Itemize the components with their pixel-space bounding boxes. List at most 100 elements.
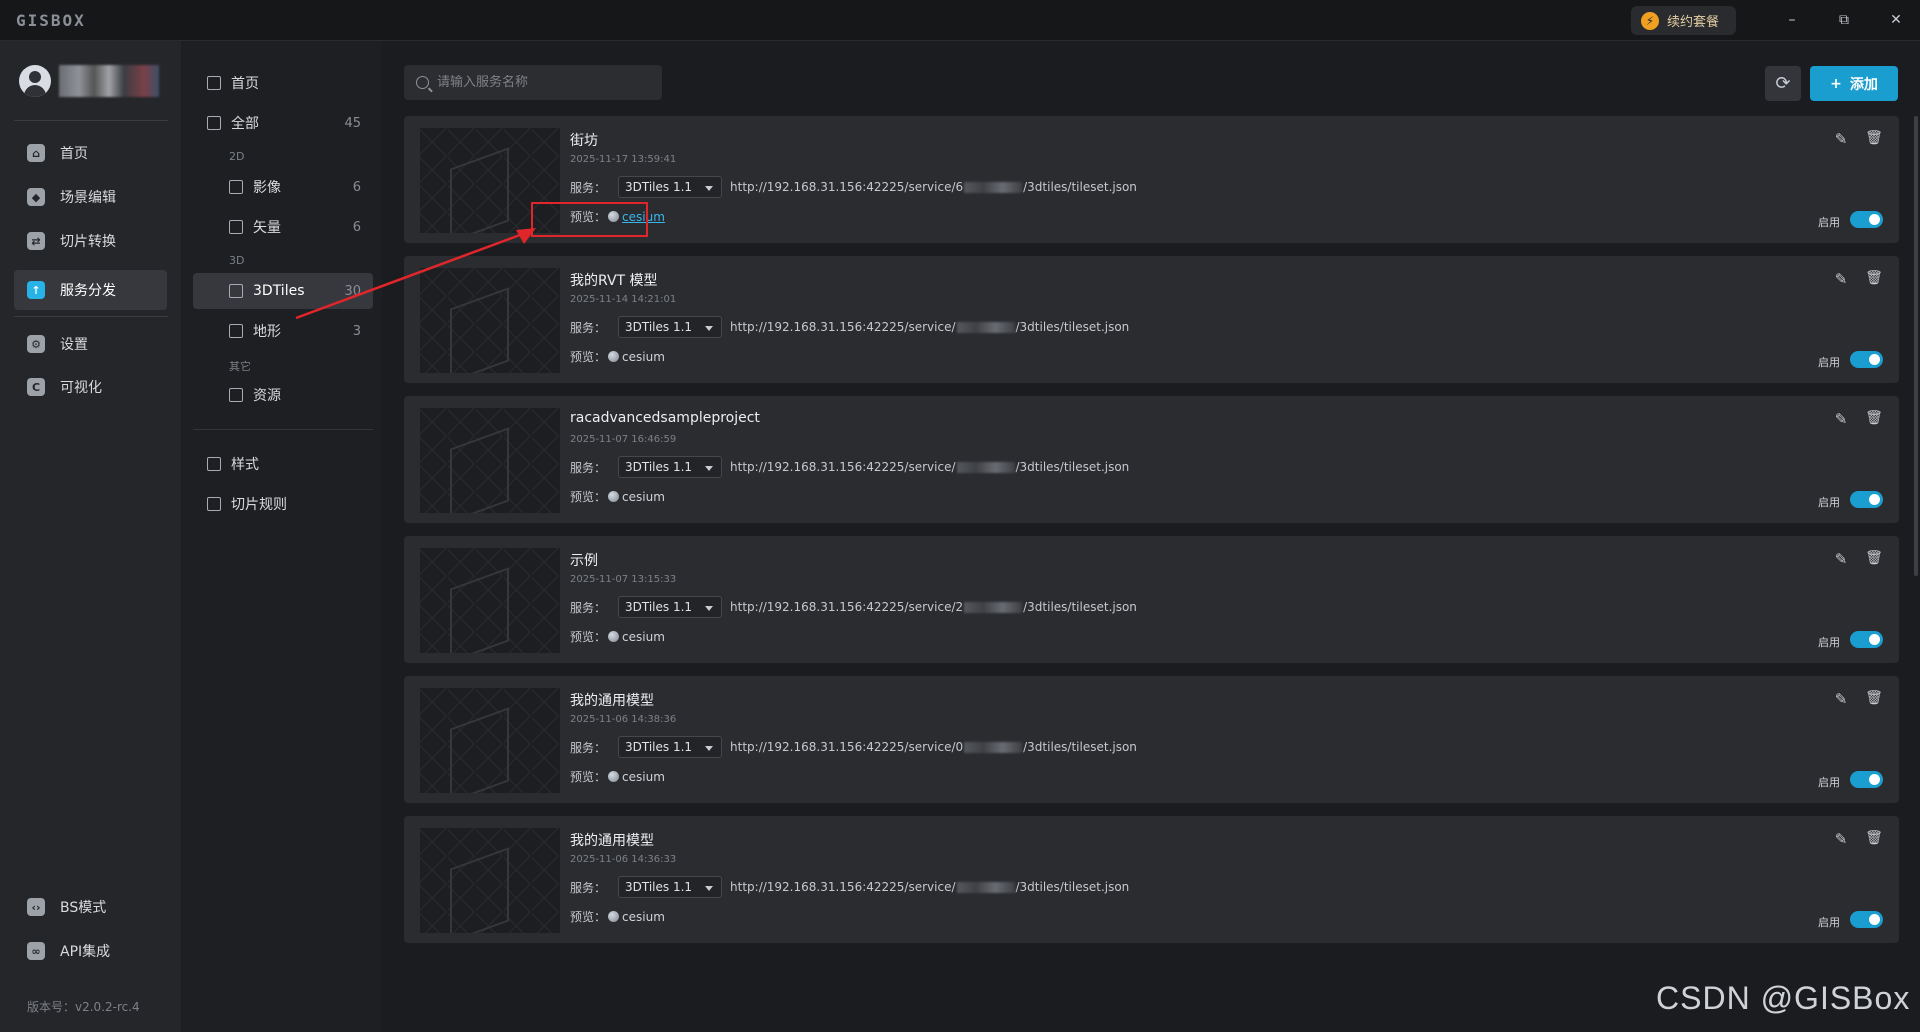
url-prefix: http://192.168.31.156:42225/service/ (730, 460, 956, 474)
maximize-button[interactable]: ⧉ (1824, 6, 1864, 34)
service-url[interactable]: http://192.168.31.156:42225/service/2/3d… (730, 600, 1137, 614)
cat-count: 6 (352, 179, 361, 195)
enable-toggle[interactable] (1850, 211, 1883, 228)
url-prefix: http://192.168.31.156:42225/service/2 (730, 600, 964, 614)
search-icon (416, 76, 429, 89)
preview-label: 预览： (570, 770, 607, 784)
service-card[interactable]: 我的通用模型 2025-11-06 14:36:33 服务： 3DTiles 1… (404, 816, 1899, 943)
preview-row: 预览： cesium (570, 768, 665, 785)
cesium-preview-link[interactable]: cesium (622, 350, 665, 364)
service-date: 2025-11-17 13:59:41 (570, 154, 677, 165)
url-redacted (956, 462, 1015, 473)
cat-home[interactable]: 首页 (193, 65, 373, 101)
enable-toggle[interactable] (1850, 631, 1883, 648)
code-icon: ‹› (27, 898, 45, 916)
url-redacted (956, 322, 1015, 333)
cesium-preview-link[interactable]: cesium (622, 630, 665, 644)
enable-toggle[interactable] (1850, 491, 1883, 508)
cat-resources[interactable]: 资源 (193, 377, 373, 413)
nav-item-scene-edit[interactable]: ◆ 场景编辑 (14, 177, 167, 217)
nav-item-service-publish[interactable]: ↑ 服务分发 (14, 270, 167, 310)
enabled-label: 启用 (1818, 916, 1840, 929)
nav-item-settings[interactable]: ⚙ 设置 (14, 324, 167, 364)
nav-item-api[interactable]: ∞ API集成 (14, 931, 167, 971)
delete-icon[interactable]: 🗑 (1865, 270, 1883, 288)
service-type-select[interactable]: 3DTiles 1.1 (618, 736, 723, 758)
delete-icon[interactable]: 🗑 (1865, 130, 1883, 148)
enable-toggle[interactable] (1850, 911, 1883, 928)
cat-label: 影像 (253, 180, 281, 196)
cat-styles[interactable]: 样式 (193, 446, 373, 482)
service-url[interactable]: http://192.168.31.156:42225/service/6/3d… (730, 180, 1137, 194)
cat-all[interactable]: 全部 45 (193, 105, 373, 141)
group-other-label: 其它 (229, 360, 251, 373)
refresh-button[interactable]: ⟳ (1765, 66, 1801, 101)
cesium-preview-link[interactable]: cesium (622, 910, 665, 924)
service-type-select[interactable]: 3DTiles 1.1 (618, 316, 723, 338)
cat-label: 首页 (231, 76, 259, 92)
service-card[interactable]: 我的RVT 模型 2025-11-14 14:21:01 服务： 3DTiles… (404, 256, 1899, 383)
cat-slice-rules[interactable]: 切片规则 (193, 486, 373, 522)
service-type-select[interactable]: 3DTiles 1.1 (618, 176, 723, 198)
enabled-label: 启用 (1818, 636, 1840, 649)
search-input[interactable] (437, 75, 657, 90)
nav-item-bs-mode[interactable]: ‹› BS模式 (14, 887, 167, 927)
service-card[interactable]: 我的通用模型 2025-11-06 14:38:36 服务： 3DTiles 1… (404, 676, 1899, 803)
nav-item-tile-convert[interactable]: ⇄ 切片转换 (14, 221, 167, 261)
service-card[interactable]: 街坊 2025-11-17 13:59:41 服务： 3DTiles 1.1 h… (404, 116, 1899, 243)
avatar[interactable] (19, 65, 51, 97)
edit-icon[interactable]: ✎ (1832, 410, 1850, 428)
service-thumbnail (420, 408, 560, 513)
service-row: 服务： 3DTiles 1.1 http://192.168.31.156:42… (570, 876, 1129, 898)
annotation-arrow (295, 228, 536, 320)
delete-icon[interactable]: 🗑 (1865, 690, 1883, 708)
delete-icon[interactable]: 🗑 (1865, 830, 1883, 848)
cat-label: 资源 (253, 388, 281, 404)
close-button[interactable]: ✕ (1876, 6, 1916, 34)
nav-label: 切片转换 (60, 234, 116, 250)
edit-icon[interactable]: ✎ (1832, 690, 1850, 708)
edit-icon[interactable]: ✎ (1832, 550, 1850, 568)
minimize-button[interactable]: – (1772, 6, 1812, 34)
renew-plan-button[interactable]: ⚡ 续约套餐 (1631, 6, 1736, 35)
service-url[interactable]: http://192.168.31.156:42225/service/ /3dt… (730, 460, 1129, 474)
cesium-preview-link[interactable]: cesium (622, 770, 665, 784)
service-url[interactable]: http://192.168.31.156:42225/service/0/3d… (730, 740, 1137, 754)
search-box[interactable] (404, 65, 662, 100)
enabled-label: 启用 (1818, 496, 1840, 509)
nav-item-visualize[interactable]: C 可视化 (14, 367, 167, 407)
service-row: 服务： 3DTiles 1.1 http://192.168.31.156:42… (570, 456, 1129, 478)
scrollbar[interactable] (1914, 116, 1918, 576)
service-type-select[interactable]: 3DTiles 1.1 (618, 876, 723, 898)
service-date: 2025-11-07 13:15:33 (570, 574, 677, 585)
add-button[interactable]: + 添加 (1810, 66, 1898, 101)
service-label: 服务： (570, 180, 607, 195)
user-profile[interactable] (19, 65, 159, 97)
url-prefix: http://192.168.31.156:42225/service/0 (730, 740, 964, 754)
nav-label: 设置 (60, 337, 88, 353)
nav-item-home[interactable]: ⌂ 首页 (14, 133, 167, 173)
delete-icon[interactable]: 🗑 (1865, 410, 1883, 428)
edit-icon[interactable]: ✎ (1832, 830, 1850, 848)
edit-icon[interactable]: ✎ (1832, 130, 1850, 148)
delete-icon[interactable]: 🗑 (1865, 550, 1883, 568)
service-type-select[interactable]: 3DTiles 1.1 (618, 596, 723, 618)
service-url[interactable]: http://192.168.31.156:42225/service/ /3dt… (730, 880, 1129, 894)
service-card[interactable]: racadvancedsampleproject 2025-11-07 16:4… (404, 396, 1899, 523)
service-card[interactable]: 示例 2025-11-07 13:15:33 服务： 3DTiles 1.1 h… (404, 536, 1899, 663)
service-date: 2025-11-06 14:36:33 (570, 854, 677, 865)
service-type-select[interactable]: 3DTiles 1.1 (618, 456, 723, 478)
url-redacted (964, 602, 1023, 613)
service-date: 2025-11-07 16:46:59 (570, 434, 677, 445)
enable-toggle[interactable] (1850, 771, 1883, 788)
cesium-preview-link[interactable]: cesium (622, 490, 665, 504)
3dtiles-icon (229, 284, 243, 298)
nav-label: 场景编辑 (60, 190, 116, 206)
edit-icon[interactable]: ✎ (1832, 270, 1850, 288)
enable-toggle[interactable] (1850, 351, 1883, 368)
gear-icon: ⚙ (27, 335, 45, 353)
cat-imagery[interactable]: 影像 6 (193, 169, 373, 205)
service-url[interactable]: http://192.168.31.156:42225/service/ /3dt… (730, 320, 1129, 334)
service-label: 服务： (570, 320, 607, 335)
service-title: 我的通用模型 (570, 693, 654, 709)
